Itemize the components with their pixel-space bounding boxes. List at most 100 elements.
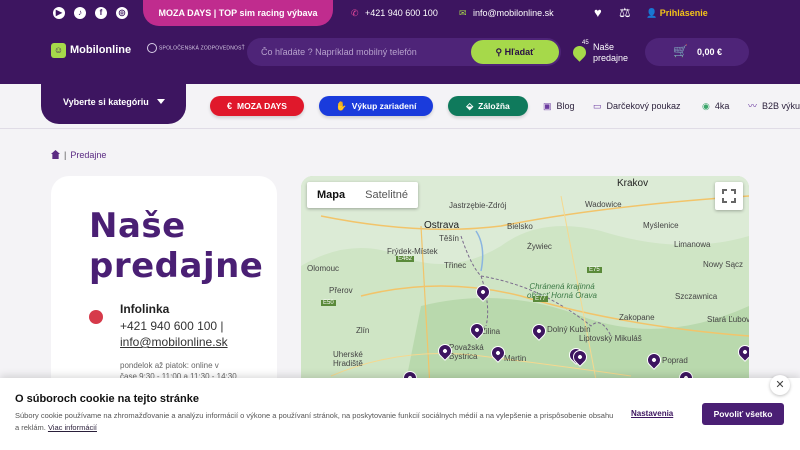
pill-buyback[interactable]: ✋ Výkup zariadení — [319, 96, 433, 116]
map-city-label: Třinec — [444, 261, 467, 270]
tab-map[interactable]: Mapa — [307, 182, 355, 208]
map-city-label: Jastrzębie-Zdrój — [449, 201, 507, 210]
map-city-label: Zakopane — [619, 313, 655, 322]
search-input[interactable] — [261, 44, 461, 60]
nav-gift-voucher[interactable]: ▭ Darčekový poukaz — [593, 100, 681, 112]
pill-moza-days[interactable]: € MOZA DAYS — [210, 96, 304, 116]
promo-banner[interactable]: MOZA DAYS | TOP sim racing výbava — [143, 0, 333, 26]
nav-label: B2B výku — [762, 101, 800, 111]
hand-phone-icon: ✋ — [335, 101, 347, 111]
login-link[interactable]: 👤 Prihlásenie — [646, 0, 708, 26]
map-city-label: Ostrava — [424, 220, 460, 231]
map-city-label: Żywiec — [527, 242, 552, 251]
hotline-title: Infolinka — [120, 302, 170, 316]
cart-button[interactable]: 🛒 0,00 € — [645, 38, 749, 66]
main-header: ☺ Mobilonline SPOLOČENSKÁ ZODPOVEDNOSŤ ⚲… — [0, 26, 800, 84]
nav-divider — [0, 128, 800, 129]
mail-icon: ✉ — [459, 8, 467, 18]
categories-dropdown[interactable]: Vyberte si kategóriu — [41, 84, 186, 124]
login-text: Prihlásenie — [659, 8, 708, 18]
hotline-phone[interactable]: +421 940 600 100 | — [120, 318, 228, 334]
blog-icon: ▣ — [543, 101, 552, 111]
map-city-label: Szczawnica — [675, 292, 718, 301]
cookie-banner: O súboroch cookie na tejto stránke Súbor… — [0, 378, 800, 450]
cookie-accept-button[interactable]: Povoliť všetko — [702, 403, 784, 425]
logo-icon[interactable]: ☺ — [51, 43, 66, 58]
pill-pawn[interactable]: ⬙ Záložňa — [448, 96, 528, 116]
map-type-tabs: Mapa Satelitné — [307, 182, 418, 208]
cookie-description: Súbory cookie používame na zhromažďovani… — [15, 411, 614, 432]
stores-label-2: predajne — [593, 53, 629, 63]
map-city-label: Poprad — [662, 356, 688, 365]
map-city-label: Olomouc — [307, 264, 340, 273]
email-link[interactable]: ✉ info@mobilonline.sk — [459, 0, 554, 26]
cookie-more-link[interactable]: Viac informácií — [48, 423, 97, 432]
b2b-icon: 〰 — [748, 101, 758, 111]
map-city-label: Bielsko — [507, 222, 533, 231]
home-icon[interactable] — [51, 150, 60, 159]
logo[interactable]: Mobilonline — [70, 44, 131, 56]
instagram-icon[interactable]: ◎ — [116, 7, 128, 19]
road-badge: E462 — [396, 256, 415, 262]
nav-label: Blog — [556, 101, 575, 111]
hotline-dot-icon — [89, 310, 103, 324]
search-button[interactable]: ⚲ Hľadať — [471, 40, 559, 64]
map-city-label: Myślenice — [643, 221, 679, 230]
page-title: Naše predajne — [89, 206, 263, 286]
cookie-text: Súbory cookie používame na zhromažďovani… — [15, 410, 615, 434]
heart-icon[interactable]: ♥ — [594, 5, 602, 20]
map-city-label: Uherské Hradiště — [333, 350, 363, 368]
map-city-label: Přerov — [329, 286, 353, 295]
close-icon[interactable]: ✕ — [770, 375, 790, 395]
fullscreen-icon — [722, 198, 727, 203]
youtube-icon[interactable]: ▶ — [53, 7, 65, 19]
stores-link[interactable]: 45 Naše predajne — [570, 36, 637, 70]
4ka-icon: ◉ — [702, 101, 710, 111]
stores-count-badge: 45 — [582, 40, 589, 46]
nav-label: Darčekový poukaz — [606, 101, 681, 111]
fullscreen-button[interactable] — [715, 182, 743, 210]
hotline-email[interactable]: info@mobilonline.sk — [120, 335, 228, 349]
map-city-label: Těšín — [439, 234, 460, 243]
road-badge: E50 — [321, 300, 336, 306]
stores-label-1: Naše — [593, 42, 615, 52]
map-city-label: Stará Ľubovňa — [707, 315, 749, 324]
stores-info-card: Naše predajne Infolinka +421 940 600 100 … — [51, 176, 277, 406]
map-city-label: Dolný Kubín — [547, 325, 591, 334]
nav-4ka[interactable]: ◉ 4ka — [702, 100, 729, 112]
page-title-line-1: Naše — [89, 206, 186, 246]
search-icon: ⚲ — [495, 47, 505, 57]
stores-map[interactable]: Mapa Satelitné Ostrava Krakov Jastrzębie… — [301, 176, 749, 406]
fullscreen-icon — [731, 198, 736, 203]
road-badge: E75 — [587, 267, 602, 273]
map-city-label: Liptovský Mikuláš — [579, 334, 642, 343]
road-badge: E77 — [533, 296, 548, 302]
search-bar: ⚲ Hľadať — [247, 38, 561, 66]
map-city-label: Krakov — [617, 178, 649, 189]
tiktok-icon[interactable]: ♪ — [74, 7, 86, 19]
breadcrumb-current: Predajne — [70, 150, 107, 160]
page-title-line-2: predajne — [89, 246, 264, 286]
categories-label: Vyberte si kategóriu — [63, 97, 149, 107]
breadcrumb: | Predajne — [51, 149, 106, 161]
nav-b2b[interactable]: 〰 B2B výku — [748, 100, 800, 112]
csr-badge[interactable]: SPOLOČENSKÁ ZODPOVEDNOSŤ — [147, 43, 245, 53]
cart-total: 0,00 € — [697, 47, 723, 57]
compare-icon[interactable]: ⚖ — [619, 5, 631, 21]
nav-blog[interactable]: ▣ Blog — [543, 100, 575, 112]
hotline-contacts: +421 940 600 100 | info@mobilonline.sk — [120, 318, 228, 350]
euro-icon: € — [227, 101, 233, 111]
cookie-settings-button[interactable]: Nastavenia — [631, 409, 673, 418]
map-pin-icon — [570, 43, 589, 62]
phone-icon: ✆ — [351, 8, 359, 18]
pill-label: Záložňa — [478, 101, 510, 111]
csr-text: SPOLOČENSKÁ ZODPOVEDNOSŤ — [159, 45, 245, 52]
search-button-label: Hľadať — [504, 47, 535, 57]
facebook-icon[interactable]: f — [95, 7, 107, 19]
phone-link[interactable]: ✆ +421 940 600 100 — [351, 0, 438, 26]
map-city-label: Nowy Sącz — [703, 260, 744, 269]
tab-satellite[interactable]: Satelitné — [355, 182, 418, 208]
email-text: info@mobilonline.sk — [473, 8, 554, 18]
pill-label: Výkup zariadení — [351, 101, 417, 111]
map-city-label: Frýdek-Místek — [387, 247, 438, 256]
